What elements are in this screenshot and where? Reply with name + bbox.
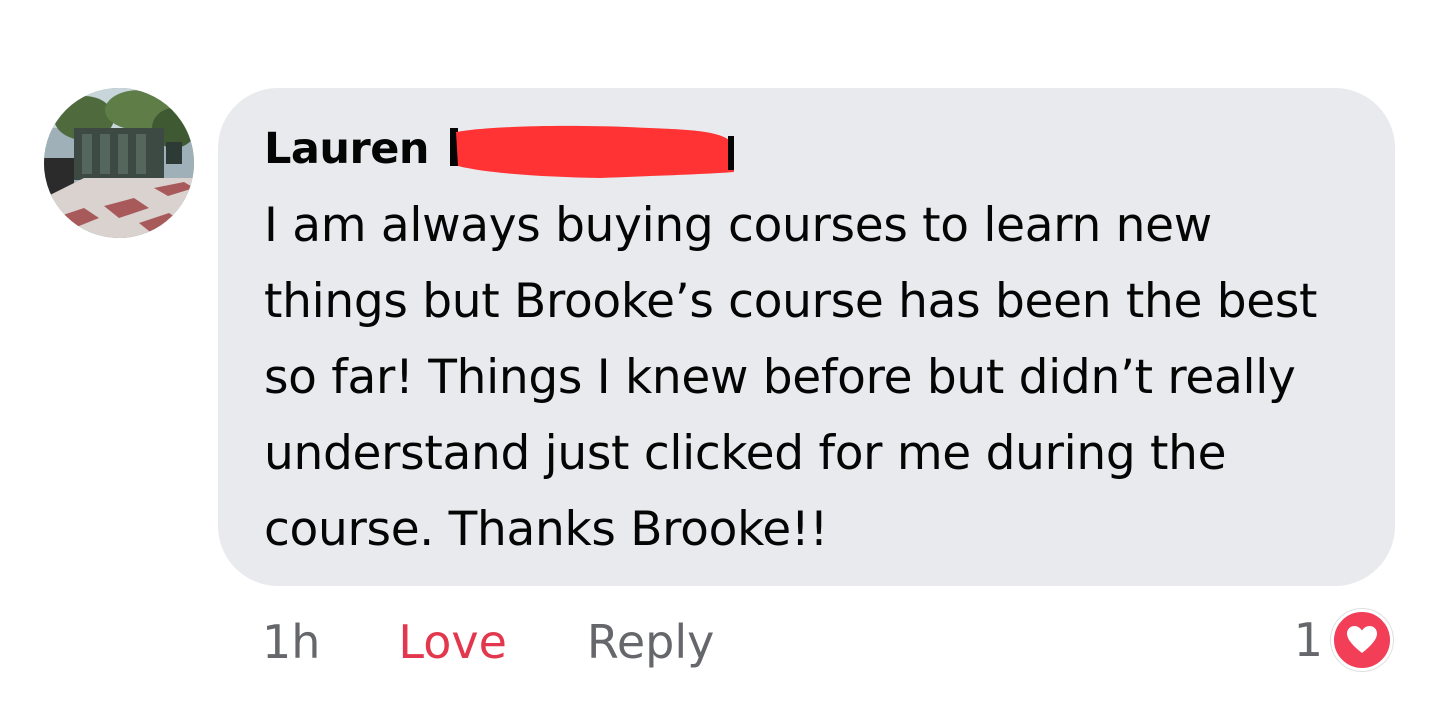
author-name[interactable]: Lauren xyxy=(264,124,430,174)
reaction-summary[interactable]: 1 xyxy=(1294,608,1393,672)
comment-bubble: Lauren I am always buying courses to lea… xyxy=(218,88,1395,586)
avatar[interactable] xyxy=(44,88,194,238)
comment: Lauren I am always buying courses to lea… xyxy=(0,0,1439,710)
comment-timestamp[interactable]: 1h xyxy=(262,615,320,669)
comment-actions: 1h Love Reply xyxy=(262,610,714,674)
comment-body: I am always buying courses to learn new … xyxy=(264,198,1318,557)
avatar-photo xyxy=(44,88,194,238)
redaction-mark xyxy=(450,125,734,178)
author-row: Lauren xyxy=(264,114,1355,184)
love-button[interactable]: Love xyxy=(398,615,507,669)
reaction-count: 1 xyxy=(1293,613,1323,667)
heart-icon xyxy=(1331,609,1393,671)
reply-button[interactable]: Reply xyxy=(587,615,714,669)
